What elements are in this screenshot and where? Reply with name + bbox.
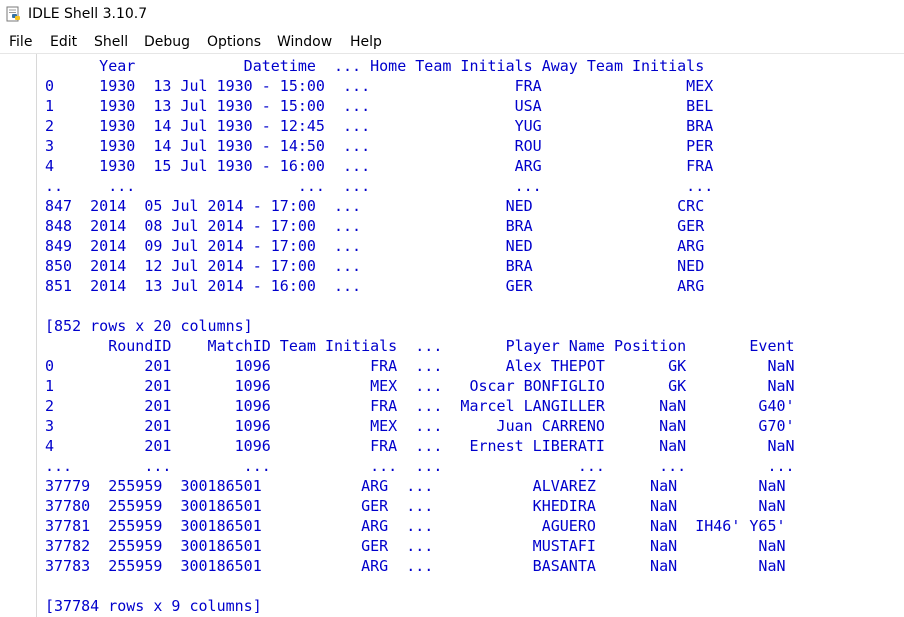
- output-line: 37783 255959 300186501 ARG ... BASANTA N…: [45, 557, 786, 575]
- output-line: 2 1930 14 Jul 1930 - 12:45 ... YUG BRA: [45, 117, 714, 135]
- output-line: ... ... ... ... ... ... ... ...: [45, 457, 795, 475]
- output-line: 37780 255959 300186501 GER ... KHEDIRA N…: [45, 497, 786, 515]
- output-line: 37779 255959 300186501 ARG ... ALVAREZ N…: [45, 477, 786, 495]
- output-line: 4 201 1096 FRA ... Ernest LIBERATI NaN N…: [45, 437, 795, 455]
- title-bar: IDLE Shell 3.10.7: [0, 0, 904, 30]
- output-line: 37781 255959 300186501 ARG ... AGUERO Na…: [45, 517, 786, 535]
- output-line: RoundID MatchID Team Initials ... Player…: [45, 337, 795, 355]
- shell-sidebar: [0, 54, 36, 617]
- menu-help[interactable]: Help: [350, 33, 382, 51]
- menu-file[interactable]: File: [9, 33, 32, 51]
- output-line: 2 201 1096 FRA ... Marcel LANGILLER NaN …: [45, 397, 795, 415]
- menu-window[interactable]: Window: [277, 33, 332, 51]
- menu-edit[interactable]: Edit: [50, 33, 77, 51]
- output-line: 3 1930 14 Jul 1930 - 14:50 ... ROU PER: [45, 137, 714, 155]
- shell-text-area[interactable]: Year Datetime ... Home Team Initials Awa…: [37, 54, 904, 617]
- output-line: 0 201 1096 FRA ... Alex THEPOT GK NaN: [45, 357, 795, 375]
- output-line: 850 2014 12 Jul 2014 - 17:00 ... BRA NED: [45, 257, 705, 275]
- output-line: [37784 rows x 9 columns]: [45, 597, 262, 615]
- menu-shell[interactable]: Shell: [94, 33, 128, 51]
- output-line: .. ... ... ... ... ...: [45, 177, 714, 195]
- output-line: 849 2014 09 Jul 2014 - 17:00 ... NED ARG: [45, 237, 705, 255]
- output-line: 3 201 1096 MEX ... Juan CARRENO NaN G70': [45, 417, 795, 435]
- output-line: Year Datetime ... Home Team Initials Awa…: [45, 57, 705, 75]
- output-line: 1 201 1096 MEX ... Oscar BONFIGLIO GK Na…: [45, 377, 795, 395]
- output-line: 847 2014 05 Jul 2014 - 17:00 ... NED CRC: [45, 197, 705, 215]
- output-line: 37782 255959 300186501 GER ... MUSTAFI N…: [45, 537, 786, 555]
- output-line: 851 2014 13 Jul 2014 - 16:00 ... GER ARG: [45, 277, 705, 295]
- menu-debug[interactable]: Debug: [144, 33, 190, 51]
- shell-output: Year Datetime ... Home Team Initials Awa…: [45, 56, 795, 616]
- python-idle-icon: [6, 6, 20, 22]
- window-title: IDLE Shell 3.10.7: [28, 6, 148, 22]
- menu-bar: File Edit Shell Debug Options Window Hel…: [0, 30, 904, 54]
- output-line: 0 1930 13 Jul 1930 - 15:00 ... FRA MEX: [45, 77, 714, 95]
- menu-options[interactable]: Options: [207, 33, 261, 51]
- output-line: [852 rows x 20 columns]: [45, 317, 253, 335]
- output-line: 4 1930 15 Jul 1930 - 16:00 ... ARG FRA: [45, 157, 714, 175]
- output-line: 848 2014 08 Jul 2014 - 17:00 ... BRA GER: [45, 217, 705, 235]
- output-line: 1 1930 13 Jul 1930 - 15:00 ... USA BEL: [45, 97, 714, 115]
